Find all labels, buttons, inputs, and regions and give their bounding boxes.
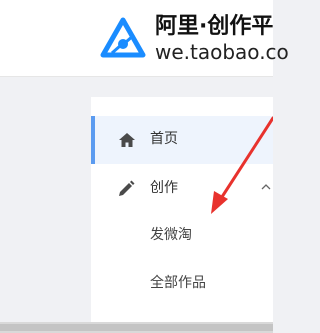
sidebar-subitem-label: 发微淘 — [150, 227, 192, 243]
brand-title[interactable]: 阿里·创作平 — [155, 14, 273, 40]
top-header: 阿里·创作平 we.taobao.co — [0, 0, 289, 77]
sidebar-item-label: 首页 — [150, 131, 178, 147]
sidebar-item-create[interactable]: 创作 — [91, 165, 273, 213]
sidebar-subitem-label: 全部作品 — [150, 275, 206, 291]
sidebar-subitem-post-weitao[interactable]: 发微淘 — [91, 212, 273, 260]
chevron-up-icon[interactable] — [261, 183, 271, 191]
sidebar-subitem-all-works[interactable]: 全部作品 — [91, 260, 273, 308]
scrollbar-thumb[interactable] — [0, 324, 273, 331]
creator-logo-icon[interactable] — [100, 17, 146, 59]
sidebar-item-home[interactable]: 首页 — [91, 116, 273, 164]
sidebar-nav: 首页 创作 发微淘 全部作品 — [91, 97, 273, 322]
pen-icon — [119, 180, 135, 196]
home-icon — [119, 133, 135, 147]
horizontal-scrollbar[interactable] — [0, 322, 273, 333]
brand-url: we.taobao.co — [155, 40, 289, 64]
sidebar-item-label: 创作 — [150, 180, 178, 196]
